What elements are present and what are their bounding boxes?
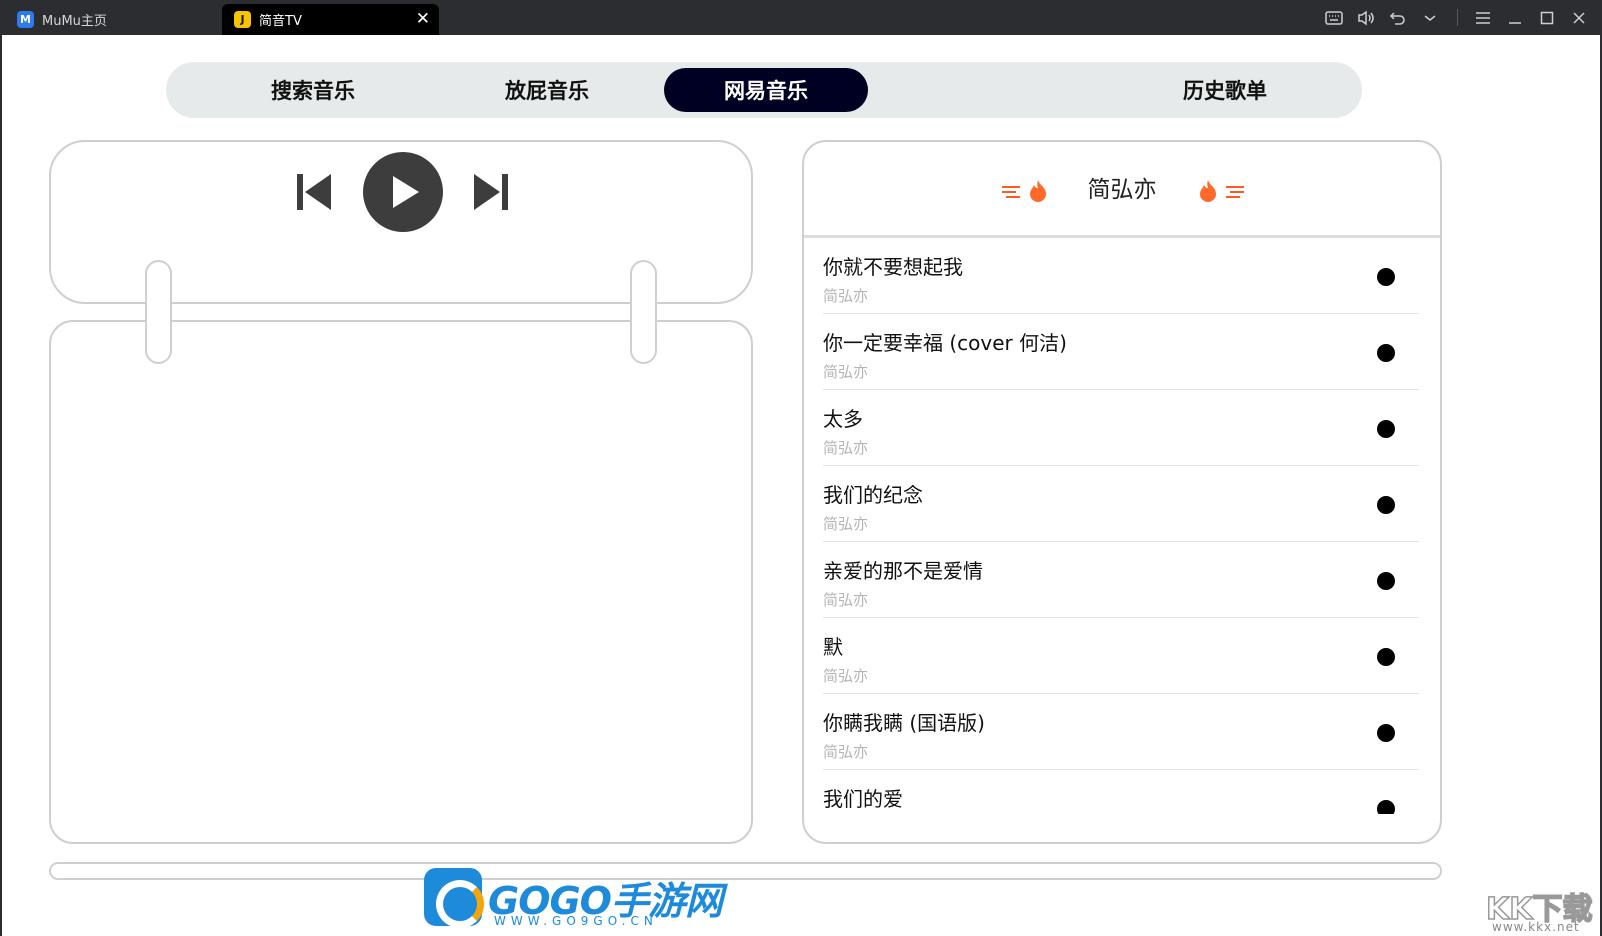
song-item[interactable]: 你就不要想起我 简弘亦 xyxy=(823,238,1419,314)
song-artist: 简弘亦 xyxy=(823,515,869,533)
next-icon xyxy=(474,174,508,210)
tab-jianyin-tv[interactable]: J 简音TV ✕ xyxy=(222,4,439,35)
song-action-dot[interactable] xyxy=(1377,420,1395,438)
gogo-watermark-url: WWW.GO9GO.CN xyxy=(494,914,658,928)
song-title: 你就不要想起我 xyxy=(823,255,963,279)
song-action-dot[interactable] xyxy=(1377,800,1395,814)
song-title: 你瞒我瞒 (国语版) xyxy=(823,711,985,735)
song-item[interactable]: 亲爱的那不是爱情 简弘亦 xyxy=(823,542,1419,618)
song-item[interactable]: 你瞒我瞒 (国语版) 简弘亦 xyxy=(823,694,1419,770)
panel-connector-right xyxy=(630,260,657,364)
mumu-logo-icon: M xyxy=(17,11,34,28)
song-title: 我们的纪念 xyxy=(823,483,923,507)
tab-label: 搜索音乐 xyxy=(271,79,355,103)
tab-close-icon[interactable]: ✕ xyxy=(416,9,430,29)
app-logo-icon: J xyxy=(234,11,251,28)
song-artist: 简弘亦 xyxy=(823,439,869,457)
song-item[interactable]: 你一定要幸福 (cover 何洁) 简弘亦 xyxy=(823,314,1419,390)
song-action-dot[interactable] xyxy=(1377,648,1395,666)
gogo-logo-icon xyxy=(424,868,484,928)
previous-button[interactable] xyxy=(295,172,333,216)
play-icon xyxy=(363,152,443,232)
fire-icon xyxy=(1002,180,1046,202)
play-button[interactable] xyxy=(363,152,443,236)
tab-label: 放屁音乐 xyxy=(505,79,589,103)
tab-label: 简音TV xyxy=(259,14,302,29)
title-bar: M MuMu主页 J 简音TV ✕ xyxy=(0,0,1602,35)
menu-icon[interactable] xyxy=(1473,8,1493,28)
song-title: 你一定要幸福 (cover 何洁) xyxy=(823,331,1067,355)
kk-watermark-url: www.kkx.net xyxy=(1492,920,1580,934)
song-action-dot[interactable] xyxy=(1377,496,1395,514)
gogo-watermark: GOGO手游网 WWW.GO9GO.CN xyxy=(424,868,723,930)
previous-icon xyxy=(297,174,331,210)
song-artist: 简弘亦 xyxy=(823,667,869,685)
close-icon[interactable] xyxy=(1569,8,1589,28)
song-action-dot[interactable] xyxy=(1377,572,1395,590)
panel-connector-left xyxy=(145,260,172,364)
tab-history-playlist[interactable]: 历史歌单 xyxy=(1118,68,1332,112)
song-artist: 简弘亦 xyxy=(823,287,869,305)
song-action-dot[interactable] xyxy=(1377,268,1395,286)
song-item[interactable]: 太多 简弘亦 xyxy=(823,390,1419,466)
song-item[interactable]: 默 简弘亦 xyxy=(823,618,1419,694)
undo-icon[interactable] xyxy=(1388,8,1408,28)
song-action-dot[interactable] xyxy=(1377,344,1395,362)
maximize-icon[interactable] xyxy=(1537,8,1557,28)
tab-search-music[interactable]: 搜索音乐 xyxy=(206,68,420,112)
song-item[interactable]: 我们的爱 xyxy=(823,770,1419,814)
song-artist: 简弘亦 xyxy=(823,363,869,381)
fire-icon xyxy=(1200,180,1244,202)
progress-bar[interactable] xyxy=(49,862,1442,880)
lyrics-panel xyxy=(49,320,753,844)
tab-label: MuMu主页 xyxy=(42,14,107,29)
playlist-card: 简弘亦 你就不要想起我 简弘亦 你一定要幸福 (cover 何洁) 简弘亦 太多… xyxy=(802,140,1442,844)
song-title: 默 xyxy=(823,635,843,659)
tab-netease-music[interactable]: 网易音乐 xyxy=(664,68,868,112)
tab-mumu-home[interactable]: M MuMu主页 xyxy=(10,4,220,35)
next-button[interactable] xyxy=(472,172,510,216)
song-artist: 简弘亦 xyxy=(823,743,869,761)
song-action-dot[interactable] xyxy=(1377,724,1395,742)
volume-icon[interactable] xyxy=(1356,8,1376,28)
song-title: 亲爱的那不是爱情 xyxy=(823,559,983,583)
song-artist: 简弘亦 xyxy=(823,591,869,609)
playlist-header: 简弘亦 xyxy=(804,142,1440,238)
song-list[interactable]: 你就不要想起我 简弘亦 你一定要幸福 (cover 何洁) 简弘亦 太多 简弘亦… xyxy=(804,238,1440,814)
nav-bar: 搜索音乐 放屁音乐 网易音乐 历史歌单 xyxy=(166,62,1362,118)
minimize-icon[interactable] xyxy=(1505,8,1525,28)
tab-label: 网易音乐 xyxy=(724,79,808,103)
window-frame-left xyxy=(0,35,2,936)
tab-fart-music[interactable]: 放屁音乐 xyxy=(440,68,654,112)
tab-label: 历史歌单 xyxy=(1183,79,1267,103)
song-item[interactable]: 我们的纪念 简弘亦 xyxy=(823,466,1419,542)
keyboard-icon[interactable] xyxy=(1324,8,1344,28)
song-title: 太多 xyxy=(823,407,863,431)
title-bar-divider xyxy=(1457,9,1458,26)
song-title: 我们的爱 xyxy=(823,787,903,811)
playlist-title: 简弘亦 xyxy=(1087,177,1157,203)
chevron-down-icon[interactable] xyxy=(1420,8,1440,28)
